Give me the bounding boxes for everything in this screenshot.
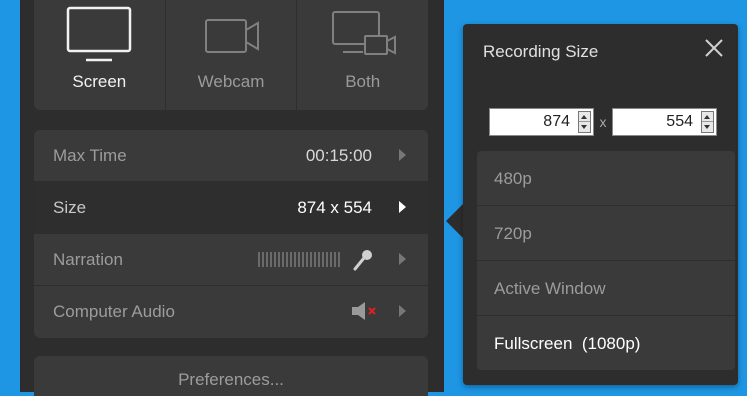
narration-label: Narration [53,250,123,269]
size-row[interactable]: Size 874 x 554 [34,182,428,234]
option-label: 480p [494,169,532,188]
chevron-right-icon [399,201,406,213]
spin-down-icon [704,125,710,129]
mode-screen-button[interactable]: Screen [34,0,166,110]
option-fullscreen[interactable]: Fullscreen (1080p) [477,316,735,370]
spin-down-icon [581,125,587,129]
popup-title: Recording Size [483,42,599,61]
audio-level-meter [258,252,340,267]
computer-audio-label: Computer Audio [53,302,175,321]
microphone-icon [353,250,372,271]
option-label: Active Window [494,279,606,298]
mode-both-label: Both [345,72,381,91]
max-time-label: Max Time [53,146,127,165]
narration-row[interactable]: Narration [34,234,428,286]
max-time-value: 00:15:00 [305,146,372,165]
close-icon[interactable] [704,38,724,58]
mode-webcam-button[interactable]: Webcam [166,0,298,110]
mode-screen-label: Screen [72,72,127,91]
width-spinner[interactable] [578,111,591,133]
dimension-separator: x [599,114,607,130]
screen-and-webcam-icon [331,11,396,55]
option-label: 720p [494,224,532,243]
spin-up-icon [704,115,710,119]
height-spinner[interactable] [701,111,714,133]
size-options-list: 480p 720p Active Window Fullscreen (1080… [477,151,735,370]
recording-size-popup: Recording Size x 480p 720p [463,24,738,385]
max-time-row[interactable]: Max Time 00:15:00 [34,130,428,182]
chevron-right-icon [399,149,406,161]
mode-webcam-label: Webcam [197,72,265,91]
computer-audio-row[interactable]: Computer Audio [34,286,428,338]
height-input[interactable] [613,109,693,135]
speaker-muted-icon [352,302,376,320]
preferences-button[interactable]: Preferences... [34,356,428,396]
size-value: 874 x 554 [297,198,372,217]
preferences-label: Preferences... [178,370,284,389]
option-480p[interactable]: 480p [477,151,735,206]
option-active-window[interactable]: Active Window [477,261,735,316]
capture-mode-selector: Screen Webcam Both [34,0,428,110]
webcam-icon [205,19,259,53]
height-stepper [612,108,717,136]
size-label: Size [53,198,87,217]
spin-up-icon [581,115,587,119]
width-stepper [489,108,594,136]
popup-pointer [446,204,463,238]
settings-list: Max Time 00:15:00 Size 874 x 554 Narrati… [34,130,428,338]
mode-both-button[interactable]: Both [297,0,428,110]
chevron-right-icon [399,305,406,317]
option-720p[interactable]: 720p [477,206,735,261]
option-label: Fullscreen (1080p) [494,334,641,353]
monitor-icon [67,6,132,62]
recorder-panel: Screen Webcam Both Max Time 00:15:00 Siz… [20,0,444,396]
chevron-right-icon [399,253,406,265]
custom-size-inputs: x [489,108,717,136]
width-input[interactable] [490,109,570,135]
